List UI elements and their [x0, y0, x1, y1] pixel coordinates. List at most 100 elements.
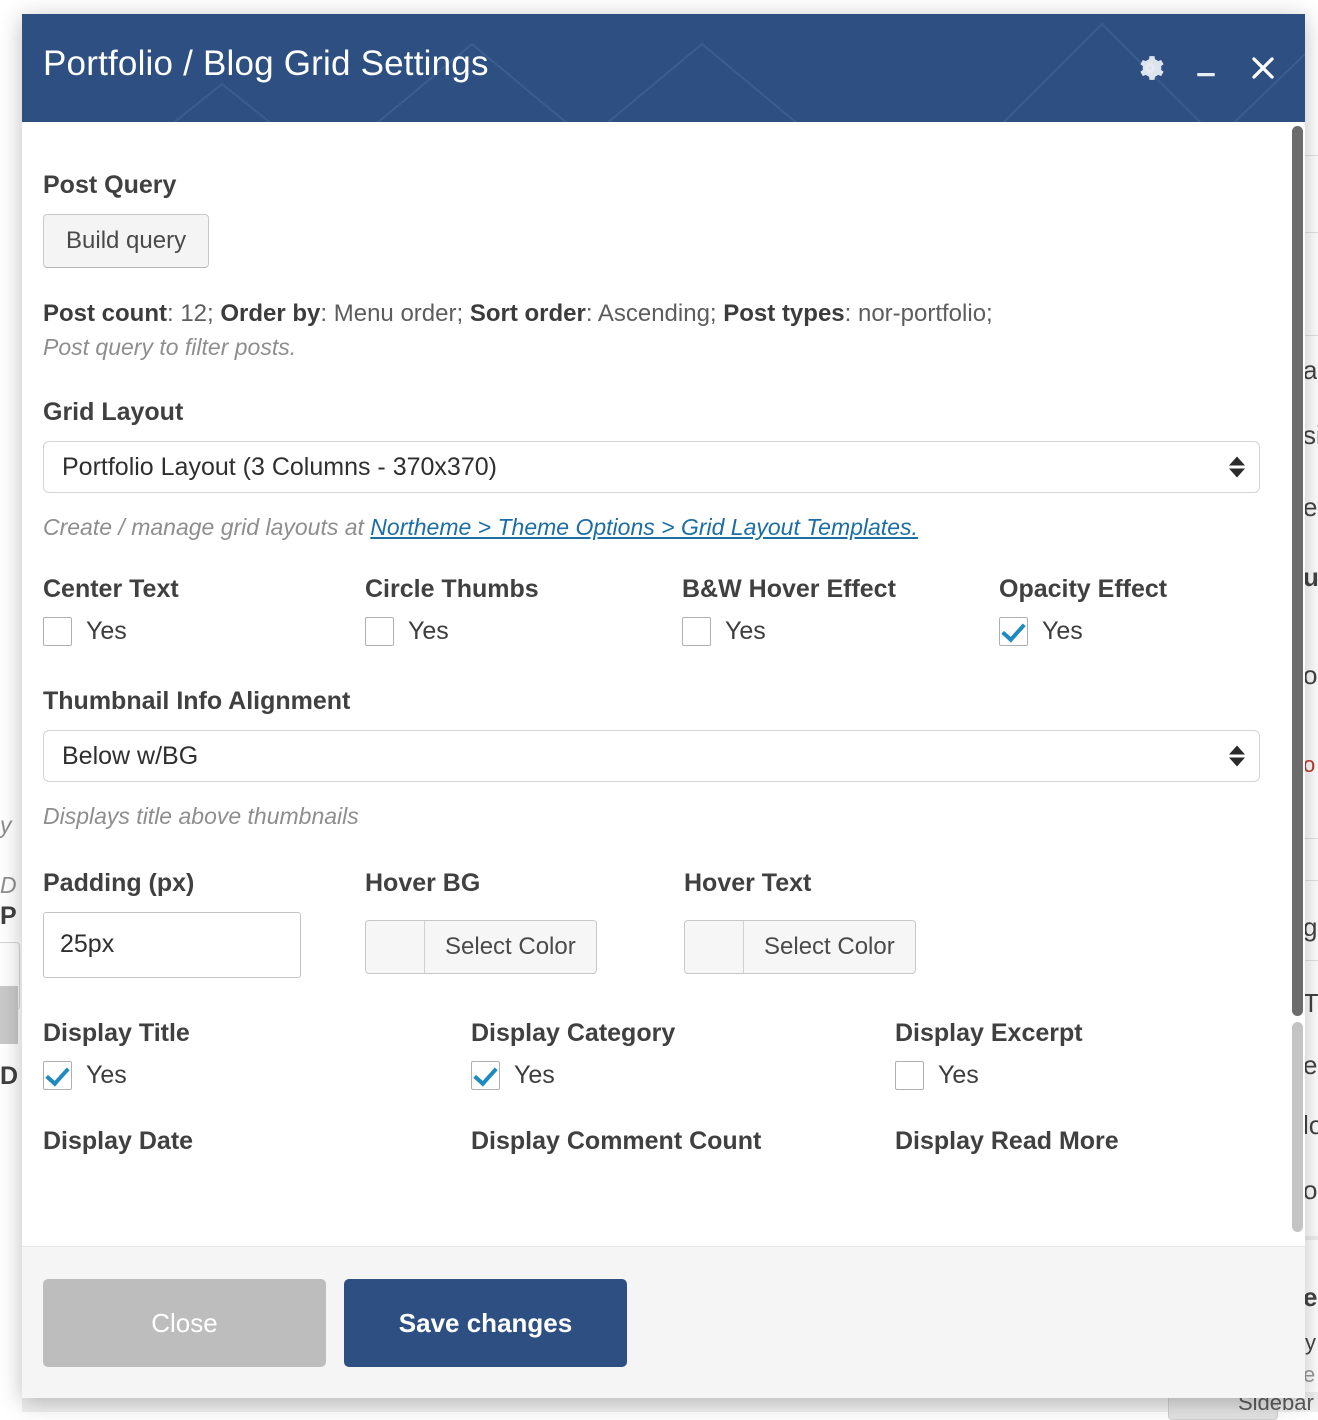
chevron-updown-icon [1229, 745, 1245, 766]
hover-text-select-color-label: Select Color [744, 921, 915, 973]
summary-value-post-count: : 12; [167, 300, 220, 327]
padding-input[interactable] [43, 912, 301, 978]
hover-bg-swatch [366, 921, 425, 973]
dialog-header-controls [1135, 14, 1279, 122]
background-text-fragment: D [0, 1062, 18, 1091]
background-left-column [0, 0, 22, 1412]
grid-layout-templates-link[interactable]: Northeme > Theme Options > Grid Layout T… [370, 514, 918, 540]
post-query-summary: Post count: 12; Order by: Menu order; So… [43, 298, 1265, 329]
field-hover-text: Hover Text Select Color [684, 870, 916, 978]
display-comment-count-label: Display Comment Count [471, 1128, 895, 1156]
hover-bg-color-picker[interactable]: Select Color [365, 920, 597, 974]
opacity-effect-label: Opacity Effect [999, 576, 1167, 604]
field-display-category: Display Category Yes [471, 1020, 895, 1091]
background-text-fragment: ev [1303, 492, 1318, 523]
dialog-body: Post Query Build query Post count: 12; O… [22, 122, 1305, 1247]
background-text-fragment: T [1303, 988, 1318, 1019]
dialog-title: Portfolio / Blog Grid Settings [43, 44, 489, 84]
bw-hover-effect-checkbox[interactable] [682, 617, 711, 646]
effect-toggles-row: Center Text Yes Circle Thumbs Yes B&W Ho… [43, 576, 1265, 647]
summary-label-sort-order: Sort order [470, 300, 586, 327]
dialog-scrollbar[interactable] [1290, 122, 1305, 1247]
hover-bg-label: Hover BG [365, 870, 684, 898]
field-hover-bg: Hover BG Select Color [365, 870, 684, 978]
field-padding: Padding (px) [43, 870, 365, 978]
background-text-fragment: os [1303, 660, 1318, 691]
grid-layout-help: Create / manage grid layouts at Northeme… [43, 513, 1265, 542]
background-text-fragment: si [1303, 420, 1318, 451]
background-text-fragment: a [1303, 355, 1317, 386]
dialog-footer: Close Save changes [22, 1246, 1305, 1398]
portfolio-blog-grid-settings-dialog: Portfolio / Blog Grid Settings [22, 14, 1305, 1398]
thumbnail-info-alignment-selected-value: Below w/BG [62, 731, 198, 781]
save-changes-button[interactable]: Save changes [344, 1279, 627, 1367]
thumbnail-info-alignment-label: Thumbnail Info Alignment [43, 688, 1265, 716]
summary-value-order-by: : Menu order; [320, 300, 469, 327]
post-query-description: Post query to filter posts. [43, 333, 1265, 362]
circle-thumbs-checkbox[interactable] [365, 617, 394, 646]
post-query-label: Post Query [43, 172, 1265, 200]
display-toggles-row: Display Title Yes Display Category Yes D… [43, 1020, 1265, 1091]
background-text-fragment: P [0, 902, 18, 931]
field-thumbnail-info-alignment: Thumbnail Info Alignment Below w/BG Disp… [43, 688, 1265, 830]
background-text-fragment: e [1303, 1282, 1317, 1313]
close-icon[interactable] [1247, 52, 1279, 84]
thumbnail-info-alignment-select[interactable]: Below w/BG [43, 730, 1260, 782]
field-display-title: Display Title Yes [43, 1020, 471, 1091]
opacity-effect-checkbox[interactable] [999, 617, 1028, 646]
hover-text-swatch [685, 921, 744, 973]
hover-text-color-picker[interactable]: Select Color [684, 920, 916, 974]
build-query-button[interactable]: Build query [43, 214, 209, 268]
field-display-excerpt: Display Excerpt Yes [895, 1020, 1083, 1091]
display-title-option: Yes [86, 1061, 127, 1090]
bw-hover-effect-label: B&W Hover Effect [682, 576, 999, 604]
display-excerpt-checkbox[interactable] [895, 1061, 924, 1090]
summary-label-post-count: Post count [43, 300, 167, 327]
field-display-date: Display Date [43, 1128, 471, 1170]
display-read-more-label: Display Read More [895, 1128, 1119, 1156]
field-opacity-effect: Opacity Effect Yes [999, 576, 1167, 647]
background-text-fragment: ub [1303, 562, 1318, 593]
close-button[interactable]: Close [43, 1279, 326, 1367]
display-date-label: Display Date [43, 1128, 471, 1156]
display-title-checkbox[interactable] [43, 1061, 72, 1090]
display-toggles-row-2: Display Date Display Comment Count Displ… [43, 1128, 1265, 1170]
padding-hover-row: Padding (px) Hover BG Select Color Hover… [43, 870, 1265, 978]
scrollbar-thumb-secondary[interactable] [1292, 1022, 1303, 1232]
background-text-fragment: g [1303, 912, 1317, 943]
summary-label-post-types: Post types [723, 300, 844, 327]
grid-layout-label: Grid Layout [43, 399, 1265, 427]
hover-bg-select-color-label: Select Color [425, 921, 596, 973]
display-excerpt-option: Yes [938, 1061, 979, 1090]
opacity-effect-option: Yes [1042, 617, 1083, 646]
summary-label-order-by: Order by [220, 300, 320, 327]
background-text-fragment: y [0, 812, 20, 839]
grid-layout-select[interactable]: Portfolio Layout (3 Columns - 370x370) [43, 441, 1260, 493]
circle-thumbs-label: Circle Thumbs [365, 576, 682, 604]
display-category-option: Yes [514, 1061, 555, 1090]
background-text-fragment: e [1303, 1050, 1317, 1081]
bw-hover-effect-option: Yes [725, 617, 766, 646]
display-category-checkbox[interactable] [471, 1061, 500, 1090]
background-text-fragment: D [0, 872, 20, 899]
center-text-label: Center Text [43, 576, 365, 604]
field-display-read-more: Display Read More [895, 1128, 1119, 1170]
display-excerpt-label: Display Excerpt [895, 1020, 1083, 1048]
hover-text-label: Hover Text [684, 870, 916, 898]
field-bw-hover-effect: B&W Hover Effect Yes [682, 576, 999, 647]
field-display-comment-count: Display Comment Count [471, 1128, 895, 1170]
gear-icon[interactable] [1135, 53, 1165, 83]
background-text-fragment: y [1305, 1330, 1316, 1356]
background-band [0, 986, 18, 1044]
summary-value-post-types: : nor-portfolio; [845, 300, 993, 327]
field-grid-layout: Grid Layout Portfolio Layout (3 Columns … [43, 399, 1265, 541]
scrollbar-thumb[interactable] [1292, 126, 1303, 1016]
padding-label: Padding (px) [43, 870, 365, 898]
center-text-checkbox[interactable] [43, 617, 72, 646]
circle-thumbs-option: Yes [408, 617, 449, 646]
background-text-fragment: o [1303, 1175, 1317, 1206]
grid-layout-selected-value: Portfolio Layout (3 Columns - 370x370) [62, 442, 497, 492]
summary-value-sort-order: : Ascending; [586, 300, 723, 327]
minimize-icon[interactable] [1191, 53, 1221, 83]
grid-layout-help-prefix: Create / manage grid layouts at [43, 514, 370, 540]
